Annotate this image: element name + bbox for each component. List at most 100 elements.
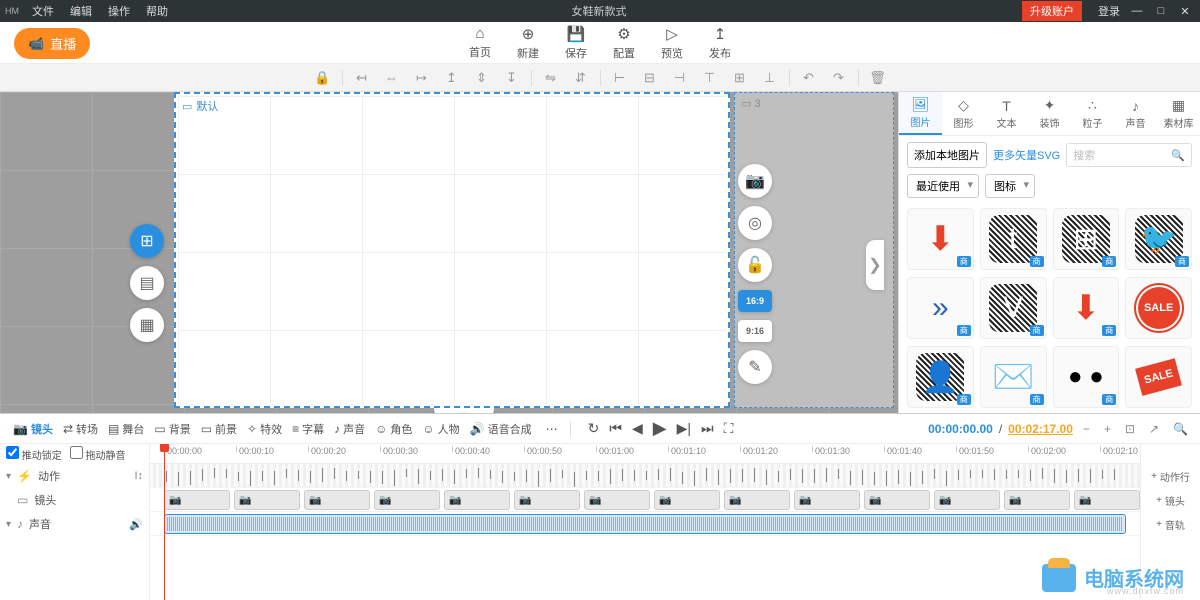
scene-clip[interactable]: 📷 [1074, 490, 1140, 510]
maximize-icon[interactable]: □ [1154, 5, 1168, 17]
menu-help[interactable]: 帮助 [138, 3, 176, 19]
layout-button[interactable]: ▤ [130, 266, 164, 300]
ratio-9-16-button[interactable]: 9:16 [738, 320, 772, 342]
drag-mute-checkbox[interactable]: 拖动静音 [70, 446, 126, 462]
distribute-right-icon[interactable]: ⊣ [669, 67, 691, 89]
asset-tab-6[interactable]: ▦素材库 [1157, 92, 1200, 135]
scene-clip[interactable]: 📷 [514, 490, 580, 510]
collapse-icon[interactable]: ▾ [6, 471, 11, 482]
asset-tab-3[interactable]: ✦装饰 [1028, 92, 1071, 135]
minimize-icon[interactable]: — [1130, 5, 1144, 17]
timeline-tab-4[interactable]: ▭前景 [196, 417, 242, 441]
skip-end-icon[interactable]: ⏭ [701, 420, 714, 437]
target-button[interactable]: ◎ [738, 206, 772, 240]
action-track[interactable] [150, 464, 1140, 488]
grid-toggle-button[interactable]: ⊞ [130, 224, 164, 258]
more-svg-link[interactable]: 更多矢量SVG [993, 147, 1060, 163]
align-right-icon[interactable]: ↦ [411, 67, 433, 89]
add-action-row-button[interactable]: + 动作行 [1141, 464, 1200, 488]
menu-action[interactable]: 操作 [100, 3, 138, 19]
nav-home[interactable]: ⌂首页 [469, 25, 491, 61]
scene-clip[interactable]: 📷 [724, 490, 790, 510]
unlock-button[interactable]: 🔓 [738, 248, 772, 282]
flip-v-icon[interactable]: ⇵ [570, 67, 592, 89]
collapse-right-icon[interactable]: ❯ [866, 240, 884, 290]
asset-flickr[interactable]: ● ●商 [1053, 346, 1120, 408]
timeline-tab-2[interactable]: ▤舞台 [103, 417, 149, 441]
asset-tab-5[interactable]: ♪声音 [1114, 92, 1157, 135]
canvas-area[interactable]: ▭默认 ▭ 3 ⊞ ▤ ▦ 📷 ◎ 🔓 16:9 9:16 ✎ ❯ ▾ [0, 92, 898, 413]
undo-icon[interactable]: ↶ [798, 67, 820, 89]
nav-preview[interactable]: ▷预览 [661, 25, 683, 61]
live-button[interactable]: 📹 直播 [14, 28, 90, 59]
align-center-h-icon[interactable]: ⇔ [381, 67, 403, 89]
asset-tab-0[interactable]: 🖼图片 [899, 92, 942, 135]
menu-file[interactable]: 文件 [24, 3, 62, 19]
zoom-out-icon[interactable]: − [1079, 420, 1094, 438]
play-icon[interactable]: ▶ [653, 418, 667, 439]
collapse-down-icon[interactable]: ▾ [434, 408, 494, 413]
recent-select[interactable]: 最近使用 [907, 174, 979, 198]
upgrade-button[interactable]: 升级账户 [1022, 1, 1082, 21]
timeline-tab-9[interactable]: ☺人物 [417, 417, 464, 441]
ratio-16-9-button[interactable]: 16:9 [738, 290, 772, 312]
flip-h-icon[interactable]: ⇋ [540, 67, 562, 89]
timeline-more-button[interactable]: ⋯ [541, 418, 563, 440]
scene-clip[interactable]: 📷 [374, 490, 440, 510]
scene-track[interactable]: 📷📷📷📷📷📷📷📷📷📷📷📷📷📷 [150, 488, 1140, 512]
search-timeline-icon[interactable]: 🔍 [1169, 420, 1192, 438]
timeline-tab-6[interactable]: ≡字幕 [287, 417, 329, 441]
timeline-tab-1[interactable]: ⇄转场 [58, 417, 103, 441]
distribute-v-icon[interactable]: ⊞ [729, 67, 751, 89]
scene-clip[interactable]: 📷 [1004, 490, 1070, 510]
timeline-tab-0[interactable]: 📷镜头 [8, 417, 58, 441]
reset-icon[interactable]: ↻ [588, 420, 600, 437]
scene-clip[interactable]: 📷 [794, 490, 860, 510]
close-icon[interactable]: ✕ [1178, 5, 1192, 18]
timeline-tab-3[interactable]: ▭背景 [149, 417, 195, 441]
lock-icon[interactable]: 🔒 [312, 67, 334, 89]
template-button[interactable]: ▦ [130, 308, 164, 342]
distribute-h-icon[interactable]: ⊟ [639, 67, 661, 89]
audio-clip[interactable] [164, 514, 1126, 534]
asset-arrow-down[interactable]: ⬇商 [907, 208, 974, 270]
scene-clip[interactable]: 📷 [654, 490, 720, 510]
track-header-action[interactable]: ▾ ⚡ 动作 I↕ [0, 464, 149, 488]
scene-clip[interactable]: 📷 [234, 490, 300, 510]
asset-windows[interactable]: ⊞商 [1053, 208, 1120, 270]
asset-envelope[interactable]: ✉️商 [980, 346, 1047, 408]
scene-clip[interactable]: 📷 [304, 490, 370, 510]
scene-clip[interactable]: 📷 [934, 490, 1000, 510]
skip-start-icon[interactable]: ⏮ [609, 420, 622, 437]
nav-save[interactable]: 💾保存 [565, 25, 587, 61]
category-select[interactable]: 图标 [985, 174, 1035, 198]
timeline-tab-8[interactable]: ☺角色 [370, 417, 417, 441]
asset-arrows[interactable]: »商 [907, 277, 974, 339]
nav-config[interactable]: ⚙配置 [613, 25, 635, 61]
mute-icon[interactable]: 🔊 [129, 518, 143, 531]
timeline-tab-7[interactable]: ♪声音 [329, 417, 370, 441]
main-slide[interactable]: ▭默认 [174, 92, 730, 408]
redo-icon[interactable]: ↷ [828, 67, 850, 89]
add-scene-button[interactable]: + 镜头 [1141, 488, 1200, 512]
collapse-icon[interactable]: ▾ [6, 519, 11, 530]
scene-clip[interactable]: 📷 [164, 490, 230, 510]
exit-icon[interactable]: ↗ [1145, 420, 1163, 438]
audio-track[interactable] [150, 512, 1140, 536]
scene-clip[interactable]: 📷 [584, 490, 650, 510]
total-time[interactable]: 00:02:17.00 [1008, 422, 1073, 436]
distribute-bottom-icon[interactable]: ⊥ [759, 67, 781, 89]
login-button[interactable]: 登录 [1098, 3, 1120, 19]
asset-person[interactable]: 👤商 [907, 346, 974, 408]
align-top-icon[interactable]: ↥ [441, 67, 463, 89]
timeline-tab-5[interactable]: ✧特效 [242, 417, 287, 441]
align-left-icon[interactable]: ↤ [351, 67, 373, 89]
asset-tab-1[interactable]: ◇图形 [942, 92, 985, 135]
camera-button[interactable]: 📷 [738, 164, 772, 198]
distribute-left-icon[interactable]: ⊢ [609, 67, 631, 89]
step-forward-icon[interactable]: ▶| [677, 420, 691, 437]
add-audio-track-button[interactable]: + 音轨 [1141, 512, 1200, 536]
zoom-in-icon[interactable]: + [1100, 420, 1115, 438]
distribute-top-icon[interactable]: ⊤ [699, 67, 721, 89]
track-header-audio[interactable]: ▾ ♪ 声音 🔊 [0, 512, 149, 536]
